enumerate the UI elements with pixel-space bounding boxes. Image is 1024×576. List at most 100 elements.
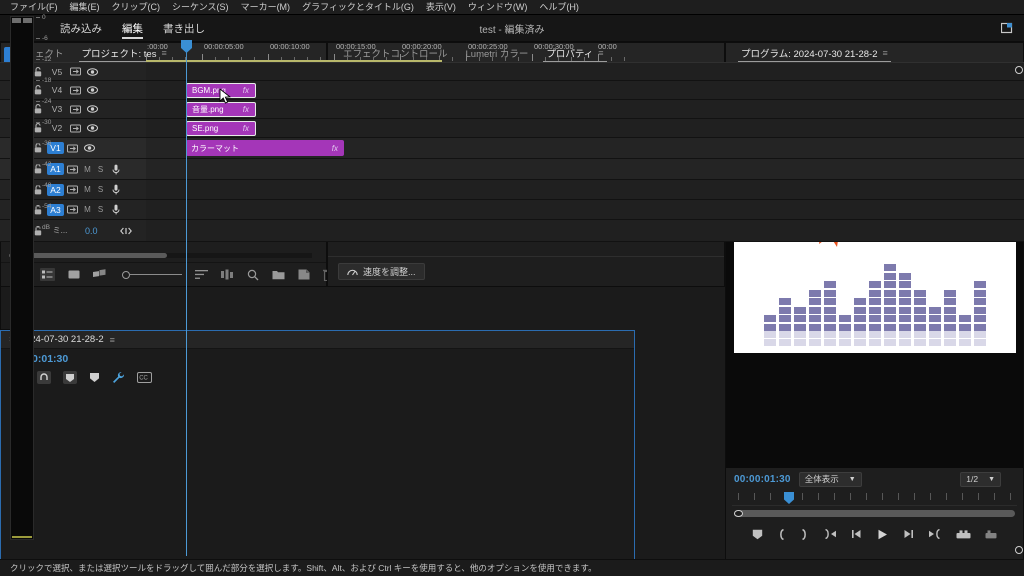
workspace-tabs: 読み込み 編集 書き出し xyxy=(50,15,215,42)
microphone-icon[interactable] xyxy=(107,204,124,215)
microphone-icon[interactable] xyxy=(107,164,124,175)
sync-lock-icon[interactable] xyxy=(64,185,81,194)
clip-fx-badge: fx xyxy=(242,105,249,114)
track-eye-icon[interactable] xyxy=(84,105,101,113)
sync-lock-icon[interactable] xyxy=(67,124,84,133)
ruler-label: 00:00 xyxy=(598,42,617,51)
track-eye-icon[interactable] xyxy=(84,86,101,94)
ruler-label: :00:00 xyxy=(147,42,168,51)
track-row-a1: A1 A1 M S xyxy=(0,159,1024,180)
sync-lock-icon[interactable] xyxy=(64,144,81,153)
track-eye-icon[interactable] xyxy=(84,67,101,76)
meter-scale-label: -12 xyxy=(42,56,52,63)
meter-peak-left xyxy=(12,18,21,23)
clip-fx-badge: fx xyxy=(242,86,249,95)
track-row-v4: V4 BGM.png fx xyxy=(0,81,1024,100)
ruler-label: 00:00:25:00 xyxy=(468,42,508,51)
menu-bar: ファイル(F) 編集(E) クリップ(C) シーケンス(S) マーカー(M) グ… xyxy=(0,0,1024,15)
track-mute-button[interactable]: M xyxy=(81,165,94,174)
meter-level xyxy=(12,536,32,538)
meter-scale-label: -24 xyxy=(42,98,52,105)
meter-scale-label: -42 xyxy=(42,161,52,168)
sync-lock-icon[interactable] xyxy=(67,86,84,95)
meter-scale-label: 0 xyxy=(42,14,46,21)
track-solo-button[interactable]: S xyxy=(94,185,107,194)
track-clip-area-v5[interactable] xyxy=(146,63,1024,80)
ruler-label: 00:00:30:00 xyxy=(534,42,574,51)
status-bar: クリックで選択、または選択ツールをドラッグして囲んだ部分を選択します。Shift… xyxy=(0,559,1024,576)
menu-item-file[interactable]: ファイル(F) xyxy=(4,0,64,15)
ruler-label: 00:00:15:00 xyxy=(336,42,376,51)
timeline-clip[interactable]: カラーマット fx xyxy=(186,140,344,156)
mouse-cursor-icon xyxy=(219,88,231,104)
track-row-a2: A2 M S xyxy=(0,180,1024,200)
clip-label: カラーマット xyxy=(191,143,239,153)
track-row-v5: V5 xyxy=(0,63,1024,81)
meter-scale-label: -6 xyxy=(42,35,48,42)
ruler-label: 00:00:20:00 xyxy=(402,42,442,51)
timeline-clip[interactable]: SE.png fx xyxy=(186,121,256,136)
track-row-v2: V2 SE.png fx xyxy=(0,119,1024,138)
menu-item-marker[interactable]: マーカー(M) xyxy=(235,0,297,15)
track-clip-area-a1[interactable] xyxy=(146,159,1024,179)
track-row-master: ミ... 0.0 xyxy=(0,220,1024,242)
audio-meter-scale: 0 -6 -12 -18 -24 -30 -36 -42 -48 -54 dB xyxy=(36,14,60,542)
meter-scale-label: -18 xyxy=(42,77,52,84)
master-meter-icon[interactable] xyxy=(119,227,132,235)
track-clip-area-master[interactable] xyxy=(146,220,1024,241)
ruler-label: 00:00:10:00 xyxy=(270,42,310,51)
sync-lock-icon[interactable] xyxy=(64,205,81,214)
status-message: クリックで選択、または選択ツールをドラッグして囲んだ部分を選択します。Shift… xyxy=(10,563,597,573)
track-mute-button[interactable]: M xyxy=(81,185,94,194)
timeline-clip[interactable]: 音量.png fx xyxy=(186,102,256,117)
track-row-v1: V1 V1 カラーマット fx xyxy=(0,138,1024,159)
menu-item-graphics[interactable]: グラフィックとタイトル(G) xyxy=(296,0,420,15)
track-eye-icon[interactable] xyxy=(84,124,101,132)
track-solo-button[interactable]: S xyxy=(94,205,107,214)
meter-scale-unit: dB xyxy=(42,224,50,231)
track-clip-area-v4[interactable]: BGM.png fx xyxy=(146,81,1024,99)
timeline-ruler[interactable]: :00:00 00:00:05:00 00:00:10:00 00:00:15:… xyxy=(146,40,1024,62)
timeline-vertical-scrollbar[interactable] xyxy=(1015,66,1023,554)
track-clip-area-a3[interactable] xyxy=(146,200,1024,219)
sync-lock-icon[interactable] xyxy=(67,105,84,114)
clip-fx-badge: fx xyxy=(331,143,338,153)
track-solo-button[interactable]: S xyxy=(94,165,107,174)
track-clip-area-v3[interactable]: 音量.png fx xyxy=(146,100,1024,118)
meter-peak-right xyxy=(23,18,32,23)
master-level-value[interactable]: 0.0 xyxy=(85,226,98,236)
track-row-v3: V3 音量.png fx xyxy=(0,100,1024,119)
clip-label: 音量.png xyxy=(192,105,224,114)
meter-scale-label: -30 xyxy=(42,119,52,126)
menu-item-clip[interactable]: クリップ(C) xyxy=(106,0,167,15)
track-clip-area-v1[interactable]: カラーマット fx xyxy=(146,138,1024,158)
meter-scale-label: -54 xyxy=(42,203,52,210)
track-clip-area-v2[interactable]: SE.png fx xyxy=(146,119,1024,137)
menu-item-sequence[interactable]: シーケンス(S) xyxy=(166,0,235,15)
menu-item-window[interactable]: ウィンドウ(W) xyxy=(462,0,534,15)
premiere-pro-window: ファイル(F) 編集(E) クリップ(C) シーケンス(S) マーカー(M) グ… xyxy=(0,0,1024,576)
menu-item-help[interactable]: ヘルプ(H) xyxy=(533,0,585,15)
audio-meter-bars[interactable] xyxy=(10,16,34,540)
clip-label: SE.png xyxy=(192,124,219,133)
timeline-tracks: V5 V4 BGM.png fx V3 音量.png fx V2 SE.png … xyxy=(0,63,1024,556)
timeline-panel: × 2024-07-30 21-28-2 ≡ 00:00:01:30 CC xyxy=(0,40,1024,576)
menu-item-view[interactable]: 表示(V) xyxy=(420,0,462,15)
meter-scale-label: -48 xyxy=(42,182,52,189)
ruler-label: 00:00:05:00 xyxy=(204,42,244,51)
track-clip-area-a2[interactable] xyxy=(146,180,1024,199)
track-mute-button[interactable]: M xyxy=(81,205,94,214)
sync-lock-icon[interactable] xyxy=(67,67,84,76)
sync-lock-icon[interactable] xyxy=(64,165,81,174)
track-eye-icon[interactable] xyxy=(81,144,98,152)
track-row-a3: A3 M S xyxy=(0,200,1024,220)
microphone-icon[interactable] xyxy=(107,184,124,195)
meter-scale-label: -36 xyxy=(42,140,52,147)
playhead-line xyxy=(186,40,187,556)
tab-edit[interactable]: 編集 xyxy=(112,15,153,42)
title-bar: 読み込み 編集 書き出し test - 編集済み xyxy=(0,15,1024,42)
restore-window-icon[interactable] xyxy=(1001,22,1014,34)
clip-fx-badge: fx xyxy=(242,124,249,133)
tab-export[interactable]: 書き出し xyxy=(153,15,215,42)
menu-item-edit[interactable]: 編集(E) xyxy=(64,0,106,15)
